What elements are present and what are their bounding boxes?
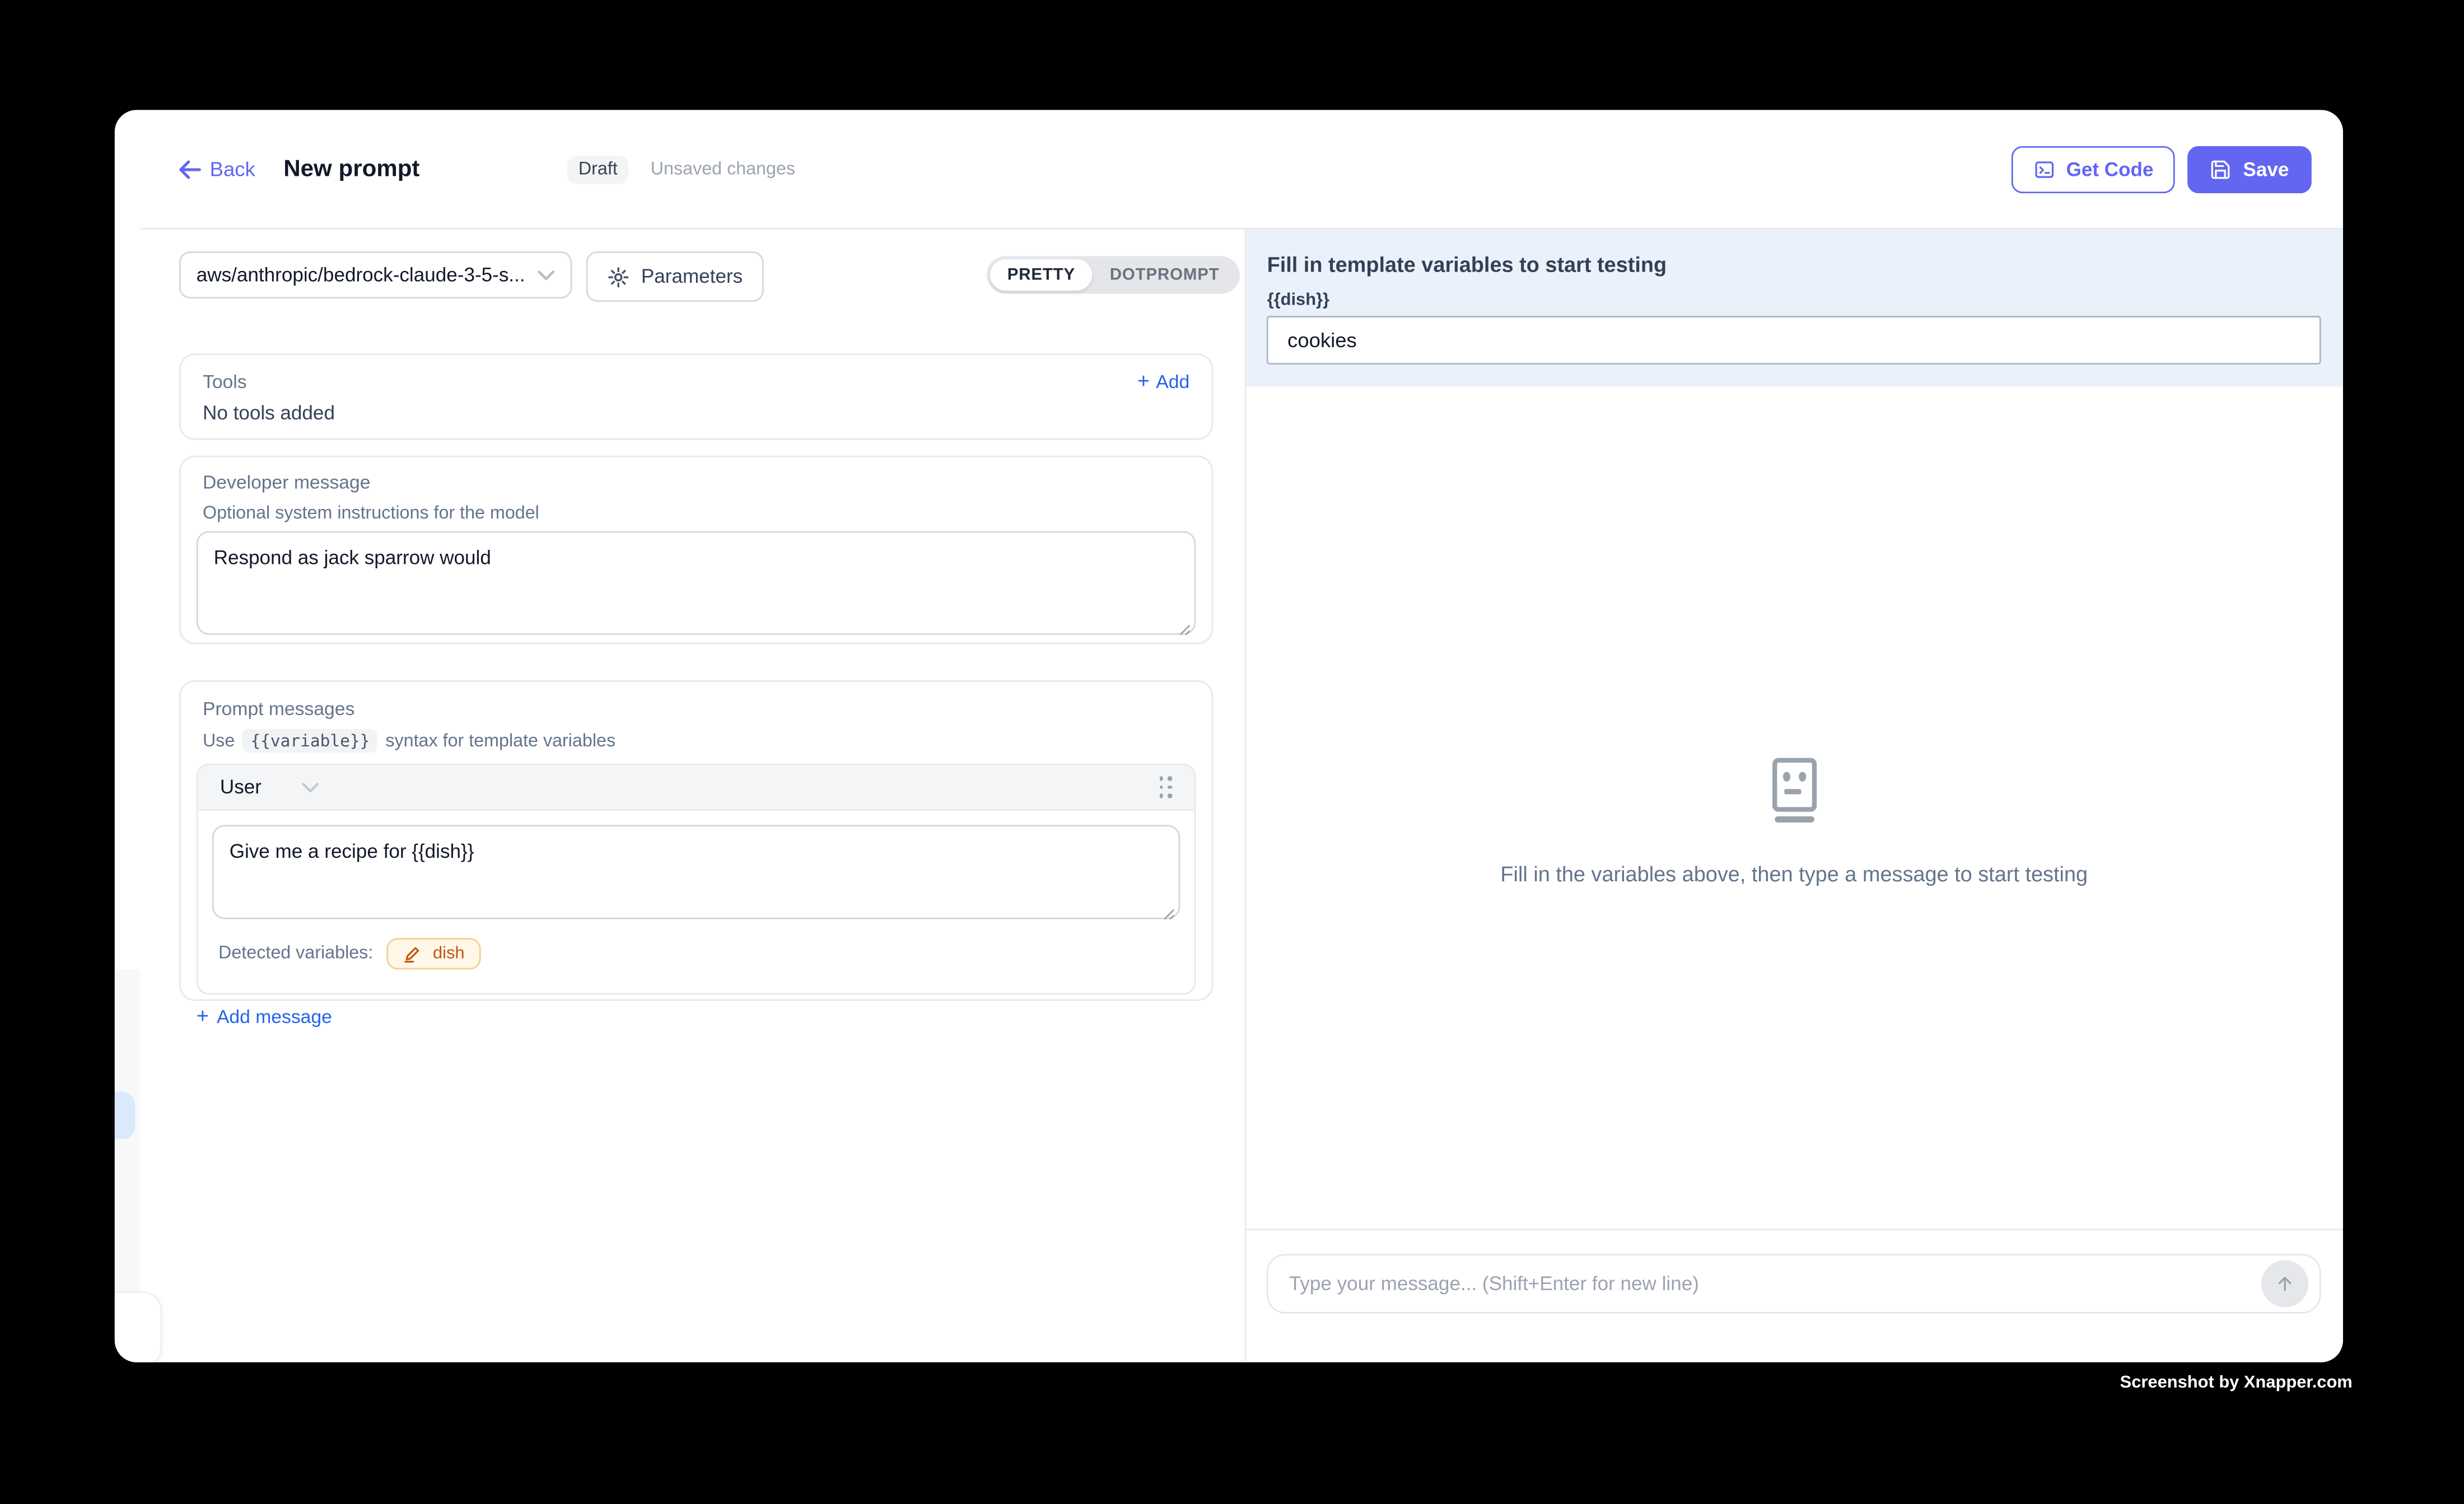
add-message-label: Add message: [217, 1006, 332, 1027]
save-icon: [2210, 158, 2232, 180]
subtitle-prefix: Use: [203, 731, 235, 750]
message-role-row: User: [198, 765, 1194, 811]
watermark-text: Screenshot by Xnapper.com: [2120, 1374, 2353, 1393]
developer-message-subtitle: Optional system instructions for the mod…: [203, 505, 1196, 524]
arrow-left-icon: [178, 160, 200, 179]
variables-heading: Fill in template variables to start test…: [1267, 253, 2321, 277]
pencil-line-icon: [403, 943, 423, 964]
prompt-messages-card: Prompt messages Use {{variable}} syntax …: [179, 680, 1213, 1001]
chat-message-input[interactable]: [1267, 1254, 2321, 1314]
message-block: User Give me a recipe for {{dish}}: [197, 764, 1196, 994]
gear-icon: [606, 265, 630, 288]
left-rail-selected-item[interactable]: [115, 1092, 134, 1138]
header: Back New prompt Draft Unsaved changes Ge…: [139, 110, 2342, 229]
toggle-pretty[interactable]: PRETTY: [990, 259, 1093, 291]
message-content-input[interactable]: Give me a recipe for {{dish}}: [212, 825, 1180, 919]
tools-card: Tools + Add No tools added: [179, 353, 1213, 440]
empty-state-text: Fill in the variables above, then type a…: [1500, 862, 2088, 885]
parameters-button[interactable]: Parameters: [586, 251, 763, 302]
get-code-button[interactable]: Get Code: [2011, 146, 2175, 193]
viewport: Back New prompt Draft Unsaved changes Ge…: [0, 0, 2464, 1504]
status-badge: Draft: [567, 155, 628, 183]
test-panel: Fill in template variables to start test…: [1246, 230, 2342, 1362]
resize-grip-icon[interactable]: [1179, 624, 1191, 636]
variable-chip-label: dish: [433, 944, 465, 963]
variable-syntax-pill: {{variable}}: [242, 729, 377, 753]
get-code-label: Get Code: [2066, 158, 2154, 180]
template-variables-section: Fill in template variables to start test…: [1246, 230, 2342, 386]
message-role-select[interactable]: User: [220, 776, 262, 798]
developer-message-input[interactable]: Respond as jack sparrow would: [197, 531, 1196, 634]
content-row: aws/anthropic/bedrock-claude-3-5-s... Pa…: [139, 230, 2342, 1362]
bot-face-icon: [1767, 756, 1821, 823]
view-mode-toggle: PRETTY DOTPROMPT: [987, 256, 1240, 293]
chevron-down-icon[interactable]: [302, 782, 320, 793]
left-rail: [115, 110, 139, 1362]
unsaved-changes-text: Unsaved changes: [651, 160, 795, 179]
developer-message-input-wrap: Respond as jack sparrow would: [197, 531, 1196, 642]
prompt-messages-title: Prompt messages: [203, 698, 1212, 720]
model-selector[interactable]: aws/anthropic/bedrock-claude-3-5-s...: [179, 251, 572, 298]
subtitle-suffix: syntax for template variables: [385, 731, 615, 750]
app-window: Back New prompt Draft Unsaved changes Ge…: [115, 110, 2342, 1362]
model-selector-value: aws/anthropic/bedrock-claude-3-5-s...: [197, 264, 525, 286]
add-tool-button[interactable]: + Add: [1137, 371, 1189, 393]
empty-state: Fill in the variables above, then type a…: [1246, 756, 2342, 885]
chevron-down-icon: [538, 269, 555, 281]
terminal-icon: [2033, 158, 2055, 180]
variable-value-input[interactable]: [1267, 316, 2321, 364]
save-button[interactable]: Save: [2188, 146, 2311, 193]
tools-empty-text: No tools added: [203, 402, 1189, 424]
developer-message-card: Developer message Optional system instru…: [179, 456, 1213, 644]
drag-handle-icon[interactable]: [1159, 776, 1173, 798]
prompt-messages-subtitle: Use {{variable}} syntax for template var…: [203, 729, 1212, 753]
back-button[interactable]: Back: [178, 157, 255, 181]
tools-card-title: Tools: [203, 371, 247, 393]
back-label: Back: [210, 157, 255, 181]
header-actions: Get Code Save: [2011, 146, 2311, 193]
prompt-editor: aws/anthropic/bedrock-claude-3-5-s... Pa…: [139, 230, 1245, 1362]
developer-message-title: Developer message: [203, 471, 1196, 493]
chat-area: Fill in the variables above, then type a…: [1246, 386, 2342, 1229]
plus-icon: +: [197, 1006, 209, 1027]
detected-variables-label: Detected variables:: [218, 944, 373, 963]
add-message-button[interactable]: + Add message: [197, 1006, 1212, 1027]
left-rail-popover-card: [115, 1291, 161, 1362]
parameters-label: Parameters: [641, 265, 743, 287]
screenshot-stage: Back New prompt Draft Unsaved changes Ge…: [0, 0, 2464, 1504]
variable-chip-dish[interactable]: dish: [388, 938, 480, 969]
message-composer: [1246, 1229, 2342, 1362]
save-label: Save: [2243, 158, 2289, 180]
variable-name-label: {{dish}}: [1267, 291, 2321, 310]
message-body: Give me a recipe for {{dish}} Detected v…: [198, 811, 1194, 993]
resize-grip-icon[interactable]: [1163, 908, 1175, 921]
main-column: Back New prompt Draft Unsaved changes Ge…: [139, 110, 2342, 1362]
page-title: New prompt: [283, 156, 419, 183]
add-tool-label: Add: [1156, 371, 1189, 393]
arrow-up-icon: [2274, 1273, 2296, 1295]
send-message-button[interactable]: [2261, 1260, 2308, 1307]
plus-icon: +: [1137, 371, 1150, 393]
detected-variables-row: Detected variables: dish: [212, 927, 1180, 982]
toggle-dotprompt[interactable]: DOTPROMPT: [1093, 259, 1237, 291]
